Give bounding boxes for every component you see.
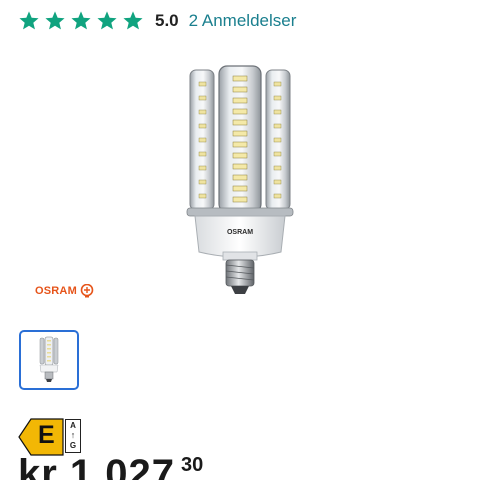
energy-label[interactable]: E A ↑ G bbox=[18, 418, 82, 456]
product-rating[interactable]: 5.0 2 Anmeldelser bbox=[18, 9, 296, 33]
reviews-link[interactable]: 2 Anmeldelser bbox=[189, 11, 297, 31]
product-image[interactable]: OSRAM bbox=[175, 62, 305, 302]
rating-score: 5.0 bbox=[155, 11, 179, 30]
brand-logo: OSRAM bbox=[35, 281, 94, 301]
price-main: kr 1 027 bbox=[18, 452, 176, 480]
energy-scale-top: A bbox=[70, 421, 76, 430]
energy-scale-arrow-icon: ↑ bbox=[70, 430, 76, 440]
energy-class: E bbox=[38, 421, 55, 449]
led-corn-bulb-thumbnail-icon bbox=[39, 336, 59, 382]
osram-bulb-logo-icon bbox=[80, 284, 94, 298]
star-icon bbox=[70, 10, 92, 32]
star-icon bbox=[18, 10, 40, 32]
product-price: kr 1 027 30 bbox=[18, 452, 203, 480]
energy-scale: A ↑ G bbox=[65, 419, 81, 453]
star-icon bbox=[96, 10, 118, 32]
star-icon bbox=[44, 10, 66, 32]
brand-name: OSRAM bbox=[35, 285, 77, 297]
bulb-brand-text: OSRAM bbox=[227, 229, 253, 236]
price-cents: 30 bbox=[181, 454, 204, 476]
rating-stars bbox=[18, 10, 148, 32]
energy-scale-bottom: G bbox=[69, 441, 77, 450]
star-icon bbox=[122, 10, 144, 32]
led-corn-bulb-icon: OSRAM bbox=[186, 65, 294, 294]
thumbnail-1[interactable] bbox=[19, 330, 79, 390]
